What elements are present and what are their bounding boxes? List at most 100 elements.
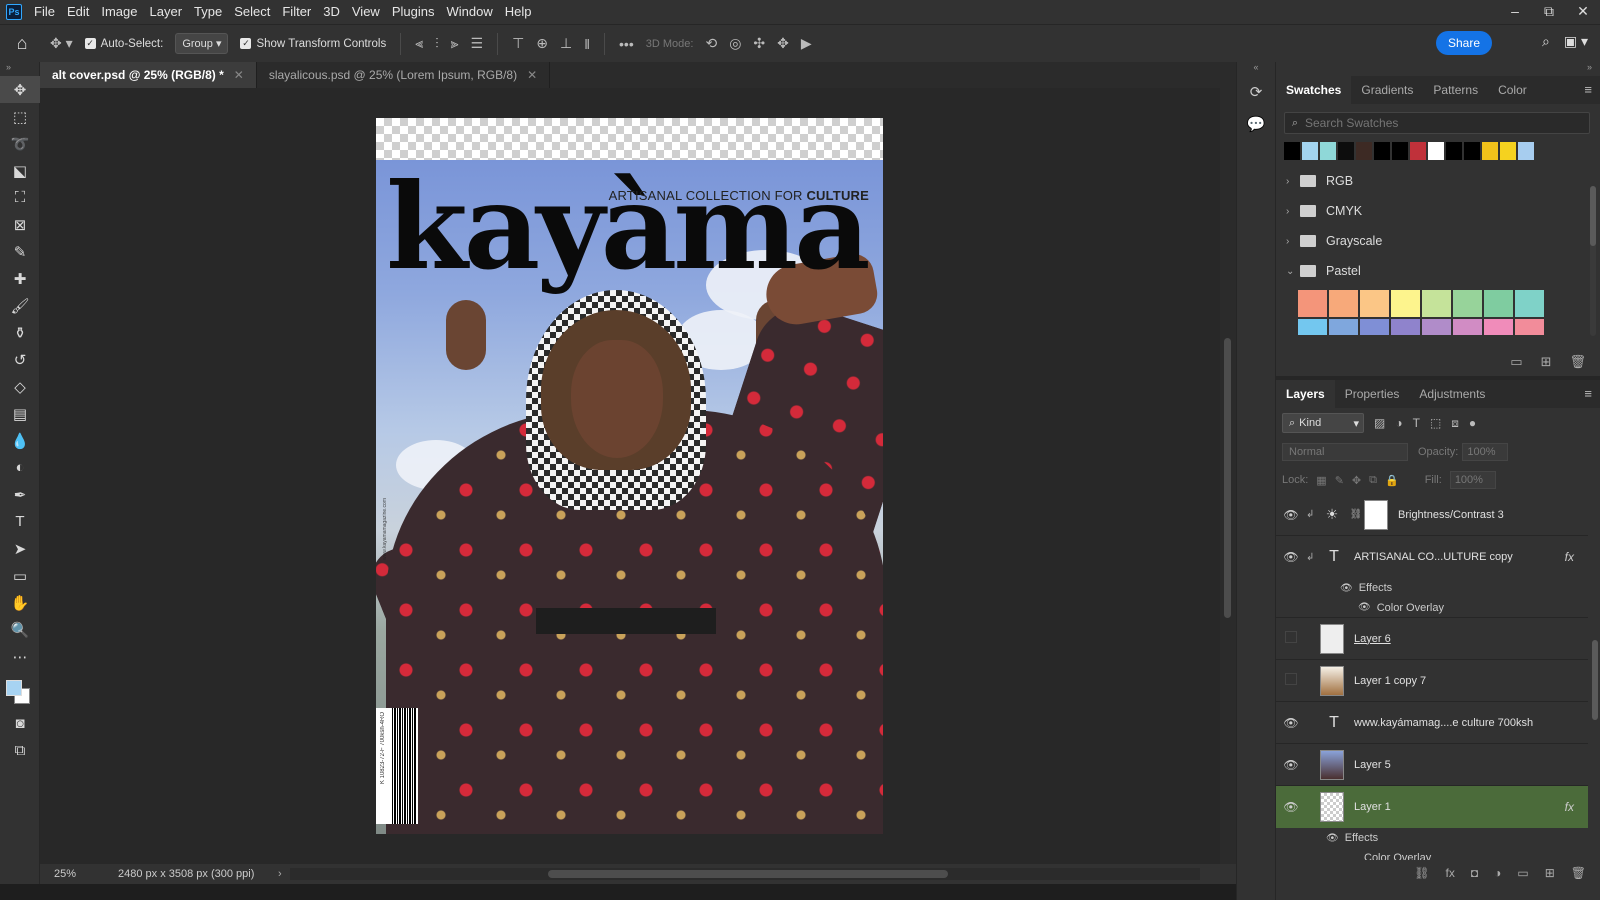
layer-row-layer-1[interactable]: 👁 Layer 1 fx	[1276, 786, 1588, 828]
new-swatch-icon[interactable]: ⊞	[1541, 354, 1552, 370]
tab-slayalicous[interactable]: slayalicous.psd @ 25% (Lorem Ipsum, RGB/…	[257, 62, 551, 88]
eye-icon[interactable]: 👁	[1276, 508, 1306, 522]
layer-effects[interactable]: 👁 Effects	[1276, 828, 1588, 848]
frame-tool-icon[interactable]: ⊠	[0, 211, 40, 238]
visibility-toggle[interactable]	[1276, 673, 1306, 688]
history-brush-tool-icon[interactable]: ↺	[0, 346, 40, 373]
color-swatch[interactable]	[1284, 142, 1300, 160]
visibility-toggle[interactable]	[1276, 631, 1306, 646]
menu-plugins[interactable]: Plugins	[386, 0, 441, 24]
new-adjustment-icon[interactable]: ◑	[1494, 866, 1501, 880]
eye-icon[interactable]: 👁	[1358, 602, 1371, 613]
layer-row-layer-5[interactable]: 👁 Layer 5	[1276, 744, 1588, 786]
color-swatch[interactable]	[1410, 142, 1426, 160]
collapse-toolbar-icon[interactable]: »	[0, 62, 39, 76]
brush-tool-icon[interactable]: 🖌	[0, 292, 40, 319]
pastel-swatch[interactable]	[1360, 290, 1389, 317]
search-icon[interactable]: ⌕	[1542, 33, 1550, 50]
move-tool-preset-icon[interactable]: ✥ ▾	[50, 35, 73, 52]
color-swatch[interactable]	[1500, 142, 1516, 160]
hand-tool-icon[interactable]: ✋	[0, 589, 40, 616]
fx-icon[interactable]: fx	[1565, 800, 1574, 814]
layer-row-url-text[interactable]: 👁 T www.kayámamag....e culture 700ksh	[1276, 702, 1588, 744]
pastel-swatch[interactable]	[1329, 290, 1358, 317]
layer-thumbnail[interactable]	[1320, 749, 1344, 780]
swatch-group-pastel[interactable]: ⌄ Pastel	[1276, 256, 1600, 286]
tab-adjustments[interactable]: Adjustments	[1409, 380, 1495, 408]
blend-mode-dropdown[interactable]: Normal	[1282, 443, 1408, 461]
swatch-group-cmyk[interactable]: › CMYK	[1276, 196, 1600, 226]
path-selection-tool-icon[interactable]: ➤	[0, 535, 40, 562]
eye-icon[interactable]: 👁	[1326, 833, 1339, 844]
tab-patterns[interactable]: Patterns	[1423, 76, 1488, 104]
opacity-input[interactable]: 100%	[1462, 443, 1509, 461]
align-middle-icon[interactable]: ⊕	[536, 35, 548, 52]
pastel-swatch[interactable]	[1298, 290, 1327, 317]
filter-smart-object-icon[interactable]: ⧈	[1451, 416, 1459, 431]
color-swatch[interactable]	[1446, 142, 1462, 160]
close-tab-icon[interactable]: ✕	[527, 68, 537, 82]
canvas-area[interactable]: kayàma ARTISANAL COLLECTION FOR CULTURE …	[40, 88, 1220, 864]
pastel-swatch[interactable]	[1360, 319, 1389, 335]
color-swatch[interactable]	[1482, 142, 1498, 160]
pastel-swatch[interactable]	[1453, 319, 1482, 335]
tab-layers[interactable]: Layers	[1276, 380, 1335, 408]
new-group-icon[interactable]: ▭	[1510, 354, 1522, 370]
pastel-swatch[interactable]	[1422, 290, 1451, 317]
layer-effect-color-overlay[interactable]: 👁 Color Overlay	[1276, 598, 1588, 618]
move-tool-icon[interactable]: ✥	[0, 76, 40, 103]
pastel-swatch[interactable]	[1422, 319, 1451, 335]
gradient-tool-icon[interactable]: ▤	[0, 400, 40, 427]
tab-gradients[interactable]: Gradients	[1351, 76, 1423, 104]
collapse-panels-icon[interactable]: »	[1276, 62, 1600, 76]
quick-mask-icon[interactable]: ◙	[0, 710, 40, 737]
workspace-icon[interactable]: ▣ ▾	[1564, 33, 1588, 50]
pastel-swatch[interactable]	[1453, 290, 1482, 317]
menu-3d[interactable]: 3D	[317, 0, 346, 24]
pastel-swatch[interactable]	[1298, 319, 1327, 335]
menu-image[interactable]: Image	[95, 0, 143, 24]
layer-row-artisanal-text[interactable]: 👁 ↲ T ARTISANAL CO...ULTURE copy fx	[1276, 536, 1588, 578]
add-mask-icon[interactable]: ◘	[1471, 866, 1478, 880]
pastel-swatch[interactable]	[1391, 290, 1420, 317]
menu-layer[interactable]: Layer	[144, 0, 189, 24]
swatch-group-rgb[interactable]: › RGB	[1276, 166, 1600, 196]
auto-select-checkbox[interactable]: ✓ Auto-Select:	[84, 38, 163, 50]
filter-toggle-icon[interactable]: ●	[1469, 416, 1476, 430]
menu-file[interactable]: File	[28, 0, 61, 24]
rectangle-tool-icon[interactable]: ▭	[0, 562, 40, 589]
menu-select[interactable]: Select	[228, 0, 276, 24]
layer-effects[interactable]: 👁 Effects	[1276, 578, 1588, 598]
swatches-scrollbar[interactable]	[1590, 186, 1596, 336]
lock-all-icon[interactable]: 🔒	[1385, 474, 1399, 487]
color-swatch[interactable]	[1392, 142, 1408, 160]
edit-toolbar-icon[interactable]: ⋯	[0, 643, 40, 670]
layer-thumbnail[interactable]	[1320, 792, 1344, 822]
lock-artboard-icon[interactable]: ⧉	[1369, 474, 1377, 487]
color-swatch[interactable]	[1338, 142, 1354, 160]
layer-mask-thumbnail[interactable]	[1364, 499, 1388, 530]
status-chevron-icon[interactable]: ›	[278, 868, 282, 880]
tab-alt-cover[interactable]: alt cover.psd @ 25% (RGB/8) * ✕	[40, 62, 257, 88]
align-right-icon[interactable]: ⫸	[451, 35, 459, 52]
clone-stamp-tool-icon[interactable]: ⚱	[0, 319, 40, 346]
document-canvas[interactable]: kayàma ARTISANAL COLLECTION FOR CULTURE …	[376, 118, 883, 834]
panel-menu-icon[interactable]: ≡	[1584, 76, 1592, 104]
layer-thumbnail[interactable]	[1320, 665, 1344, 696]
tab-properties[interactable]: Properties	[1335, 380, 1410, 408]
scroll-thumb[interactable]	[1590, 186, 1596, 246]
document-info[interactable]: 2480 px x 3508 px (300 ppi)	[100, 868, 270, 880]
close-tab-icon[interactable]: ✕	[234, 68, 244, 82]
crop-tool-icon[interactable]: ⛶	[0, 184, 40, 211]
pen-tool-icon[interactable]: ✒	[0, 481, 40, 508]
align-center-icon[interactable]: ⫶	[435, 35, 439, 52]
align-left-icon[interactable]: ⫷	[415, 35, 423, 52]
pastel-swatch[interactable]	[1329, 319, 1358, 335]
blur-tool-icon[interactable]: 💧	[0, 427, 40, 454]
filter-adjustment-icon[interactable]: ◑	[1395, 416, 1402, 430]
collapse-strip-icon[interactable]: «	[1237, 62, 1275, 76]
delete-layer-icon[interactable]: 🗑	[1571, 866, 1586, 880]
color-swatch[interactable]	[1356, 142, 1372, 160]
close-button[interactable]: ✕	[1566, 0, 1600, 24]
add-style-icon[interactable]: fx	[1446, 866, 1455, 880]
